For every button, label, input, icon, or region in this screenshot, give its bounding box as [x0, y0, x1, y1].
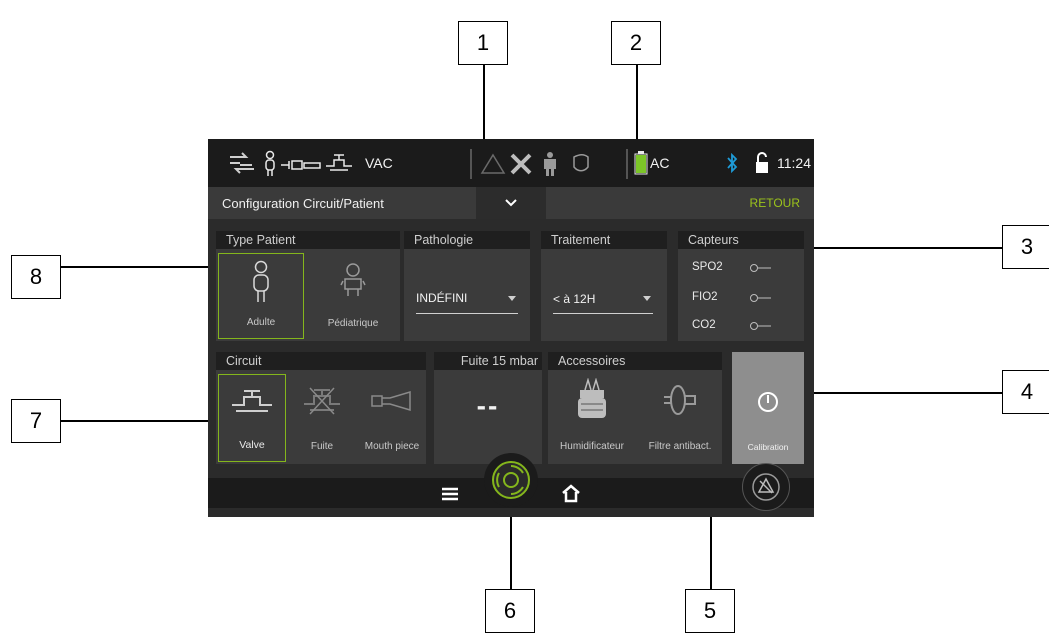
- device-screen: VAC AC 11:24 Configuration Circuit/Patie…: [208, 139, 814, 517]
- alarm-icon[interactable]: [480, 153, 506, 175]
- accessory-filter[interactable]: Filtre antibact.: [638, 374, 722, 462]
- pathology-title: Pathologie: [404, 231, 530, 249]
- leak-title: Fuite 15 mbar: [434, 352, 542, 370]
- humidifier-icon: [578, 378, 606, 418]
- callout-5: 5: [685, 589, 735, 633]
- pathology-select[interactable]: INDÉFINI: [416, 287, 518, 315]
- back-button[interactable]: RETOUR: [750, 196, 800, 210]
- home-icon[interactable]: [561, 483, 581, 503]
- sensor-label-co2: CO2: [692, 319, 716, 331]
- pediatric-label: Pédiatrique: [327, 318, 379, 329]
- patient-type-title: Type Patient: [216, 231, 400, 249]
- treatment-caret-icon: [643, 296, 651, 301]
- circuit-panel: Circuit Valve Fuite Mouth piece: [216, 352, 426, 464]
- treatment-underline: [553, 313, 653, 314]
- status-divider-2: [626, 149, 628, 179]
- callout-1: 1: [458, 21, 508, 65]
- status-divider: [470, 149, 472, 179]
- leak-value: --: [476, 390, 500, 421]
- calibration-icon: [758, 392, 778, 412]
- callout-4-line: [804, 392, 1002, 394]
- menu-icon[interactable]: [440, 486, 460, 502]
- mask-icon[interactable]: [570, 153, 592, 175]
- sensor-label-spo2: SPO2: [692, 261, 723, 273]
- clock: 11:24: [777, 155, 811, 171]
- patient-option-pediatric[interactable]: Pédiatrique: [308, 253, 398, 339]
- menu-dropdown[interactable]: [476, 187, 546, 219]
- alarm-silence-button[interactable]: [742, 463, 790, 511]
- pathology-underline: [416, 313, 518, 314]
- person-icon[interactable]: [541, 151, 559, 177]
- baby-icon: [340, 263, 366, 296]
- ventilation-mode-label: VAC: [365, 155, 393, 171]
- callout-4: 4: [1002, 370, 1049, 414]
- sensor-toggle-spo2[interactable]: [750, 263, 772, 273]
- humidifier-label: Humidificateur: [560, 441, 624, 452]
- circuit-title: Circuit: [216, 352, 426, 370]
- ventilation-mode-icon: [230, 152, 254, 174]
- leak-label: Fuite: [310, 441, 334, 452]
- alarm-silence-icon: [752, 473, 780, 501]
- mouth-piece-label: Mouth piece: [364, 441, 420, 452]
- power-label: AC: [650, 155, 670, 171]
- lock-icon[interactable]: [754, 151, 770, 175]
- accessories-panel: Accessoires Humidificateur Filtre antiba…: [548, 352, 722, 464]
- calibration-label: Calibration: [747, 442, 789, 452]
- adult-icon: [253, 260, 269, 302]
- page-title: Configuration Circuit/Patient: [222, 196, 384, 211]
- accessory-humidifier[interactable]: Humidificateur: [550, 374, 634, 462]
- callout-6: 6: [485, 589, 535, 633]
- treatment-panel: Traitement < à 12H: [541, 231, 667, 341]
- circuit-option-mouth-piece[interactable]: Mouth piece: [358, 374, 426, 462]
- valve-icon: [326, 154, 352, 171]
- sensor-label-fio2: FIO2: [692, 291, 718, 303]
- tools-icon[interactable]: [508, 151, 534, 177]
- bluetooth-icon: [727, 153, 738, 173]
- callout-7: 7: [11, 399, 61, 443]
- ventilation-start-icon: [492, 461, 530, 499]
- config-header: Configuration Circuit/Patient RETOUR: [208, 187, 814, 219]
- callout-8: 8: [11, 255, 61, 299]
- leak-panel: Fuite 15 mbar --: [434, 352, 542, 464]
- adult-label: Adulte: [246, 317, 276, 328]
- treatment-select[interactable]: < à 12H: [553, 287, 653, 315]
- filter-icon: [664, 385, 696, 415]
- callout-2: 2: [611, 21, 661, 65]
- chevron-down-icon: [505, 199, 517, 207]
- sensors-panel: Capteurs SPO2 FIO2 CO2: [678, 231, 804, 341]
- sensors-title: Capteurs: [678, 231, 804, 249]
- calibration-button[interactable]: Calibration: [732, 352, 804, 464]
- pathology-caret-icon: [508, 296, 516, 301]
- pathology-panel: Pathologie INDÉFINI: [404, 231, 530, 341]
- battery-icon: [634, 151, 648, 175]
- sensor-toggle-co2[interactable]: [750, 321, 772, 331]
- patient-type-panel: Type Patient Adulte Pédiatrique: [216, 231, 400, 341]
- circuit-option-leak[interactable]: Fuite: [288, 374, 356, 462]
- circuit-option-valve[interactable]: Valve: [218, 374, 286, 462]
- patient-option-adult[interactable]: Adulte: [218, 253, 304, 339]
- treatment-value: < à 12H: [553, 292, 596, 306]
- treatment-title: Traitement: [541, 231, 667, 249]
- sensor-toggle-fio2[interactable]: [750, 293, 772, 303]
- callout-3: 3: [1002, 225, 1049, 269]
- leak-circuit-icon: [304, 387, 340, 415]
- accessories-title: Accessoires: [548, 352, 722, 370]
- patient-icon: [265, 150, 275, 176]
- valve-label: Valve: [239, 439, 265, 451]
- ventilation-start-button[interactable]: [484, 453, 538, 507]
- valve-circuit-icon: [232, 390, 272, 412]
- circuit-icon: [281, 160, 321, 170]
- filter-label: Filtre antibact.: [648, 441, 712, 452]
- callout-3-line: [804, 247, 1002, 249]
- pathology-value: INDÉFINI: [416, 291, 468, 305]
- status-bar: VAC AC 11:24: [208, 139, 814, 187]
- mouth-piece-icon: [371, 390, 411, 412]
